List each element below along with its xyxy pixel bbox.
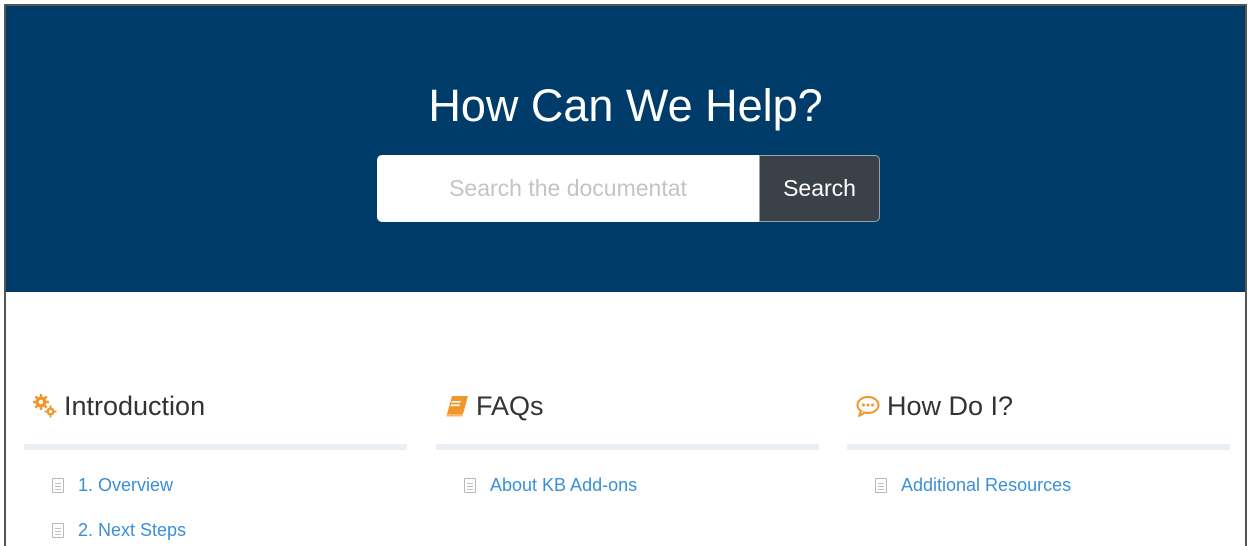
section-introduction: Introduction 1. Overview 2. Next Steps <box>24 376 407 546</box>
section-header: How Do I? <box>847 376 1230 436</box>
section-how-do-i: How Do I? Additional Resources <box>847 376 1230 508</box>
section-header: FAQs <box>436 376 819 436</box>
article-list: Additional Resources <box>847 463 1230 508</box>
document-icon <box>52 523 64 538</box>
search-input[interactable] <box>377 155 759 222</box>
article-link[interactable]: 2. Next Steps <box>78 520 186 541</box>
section-divider <box>847 444 1230 450</box>
document-icon <box>52 478 64 493</box>
document-icon <box>464 478 476 493</box>
section-divider <box>436 444 819 450</box>
page-frame: How Can We Help? Search the documentat S… <box>4 4 1247 546</box>
search-button[interactable]: Search <box>759 155 880 222</box>
section-title: FAQs <box>476 390 544 421</box>
article-list: About KB Add-ons <box>436 463 819 508</box>
hero-title: How Can We Help? <box>428 80 823 131</box>
section-title: How Do I? <box>887 390 1014 421</box>
section-header: Introduction <box>24 376 407 436</box>
article-link[interactable]: Additional Resources <box>901 475 1071 496</box>
article-link[interactable]: 1. Overview <box>78 475 173 496</box>
list-item: 1. Overview <box>52 463 407 508</box>
document-icon <box>875 478 887 493</box>
list-item: Additional Resources <box>875 463 1230 508</box>
section-faqs: FAQs About KB Add-ons <box>436 376 819 508</box>
article-list: 1. Overview 2. Next Steps <box>24 463 407 546</box>
chat-bubble-icon <box>855 393 881 419</box>
search-form: Search <box>377 155 880 222</box>
section-title: Introduction <box>64 390 206 421</box>
gears-icon <box>32 393 58 419</box>
list-item: 2. Next Steps <box>52 508 407 546</box>
section-divider <box>24 444 407 450</box>
list-item: About KB Add-ons <box>464 463 819 508</box>
hero-banner: How Can We Help? Search <box>6 6 1245 292</box>
article-link[interactable]: About KB Add-ons <box>490 475 637 496</box>
book-icon <box>444 393 470 419</box>
